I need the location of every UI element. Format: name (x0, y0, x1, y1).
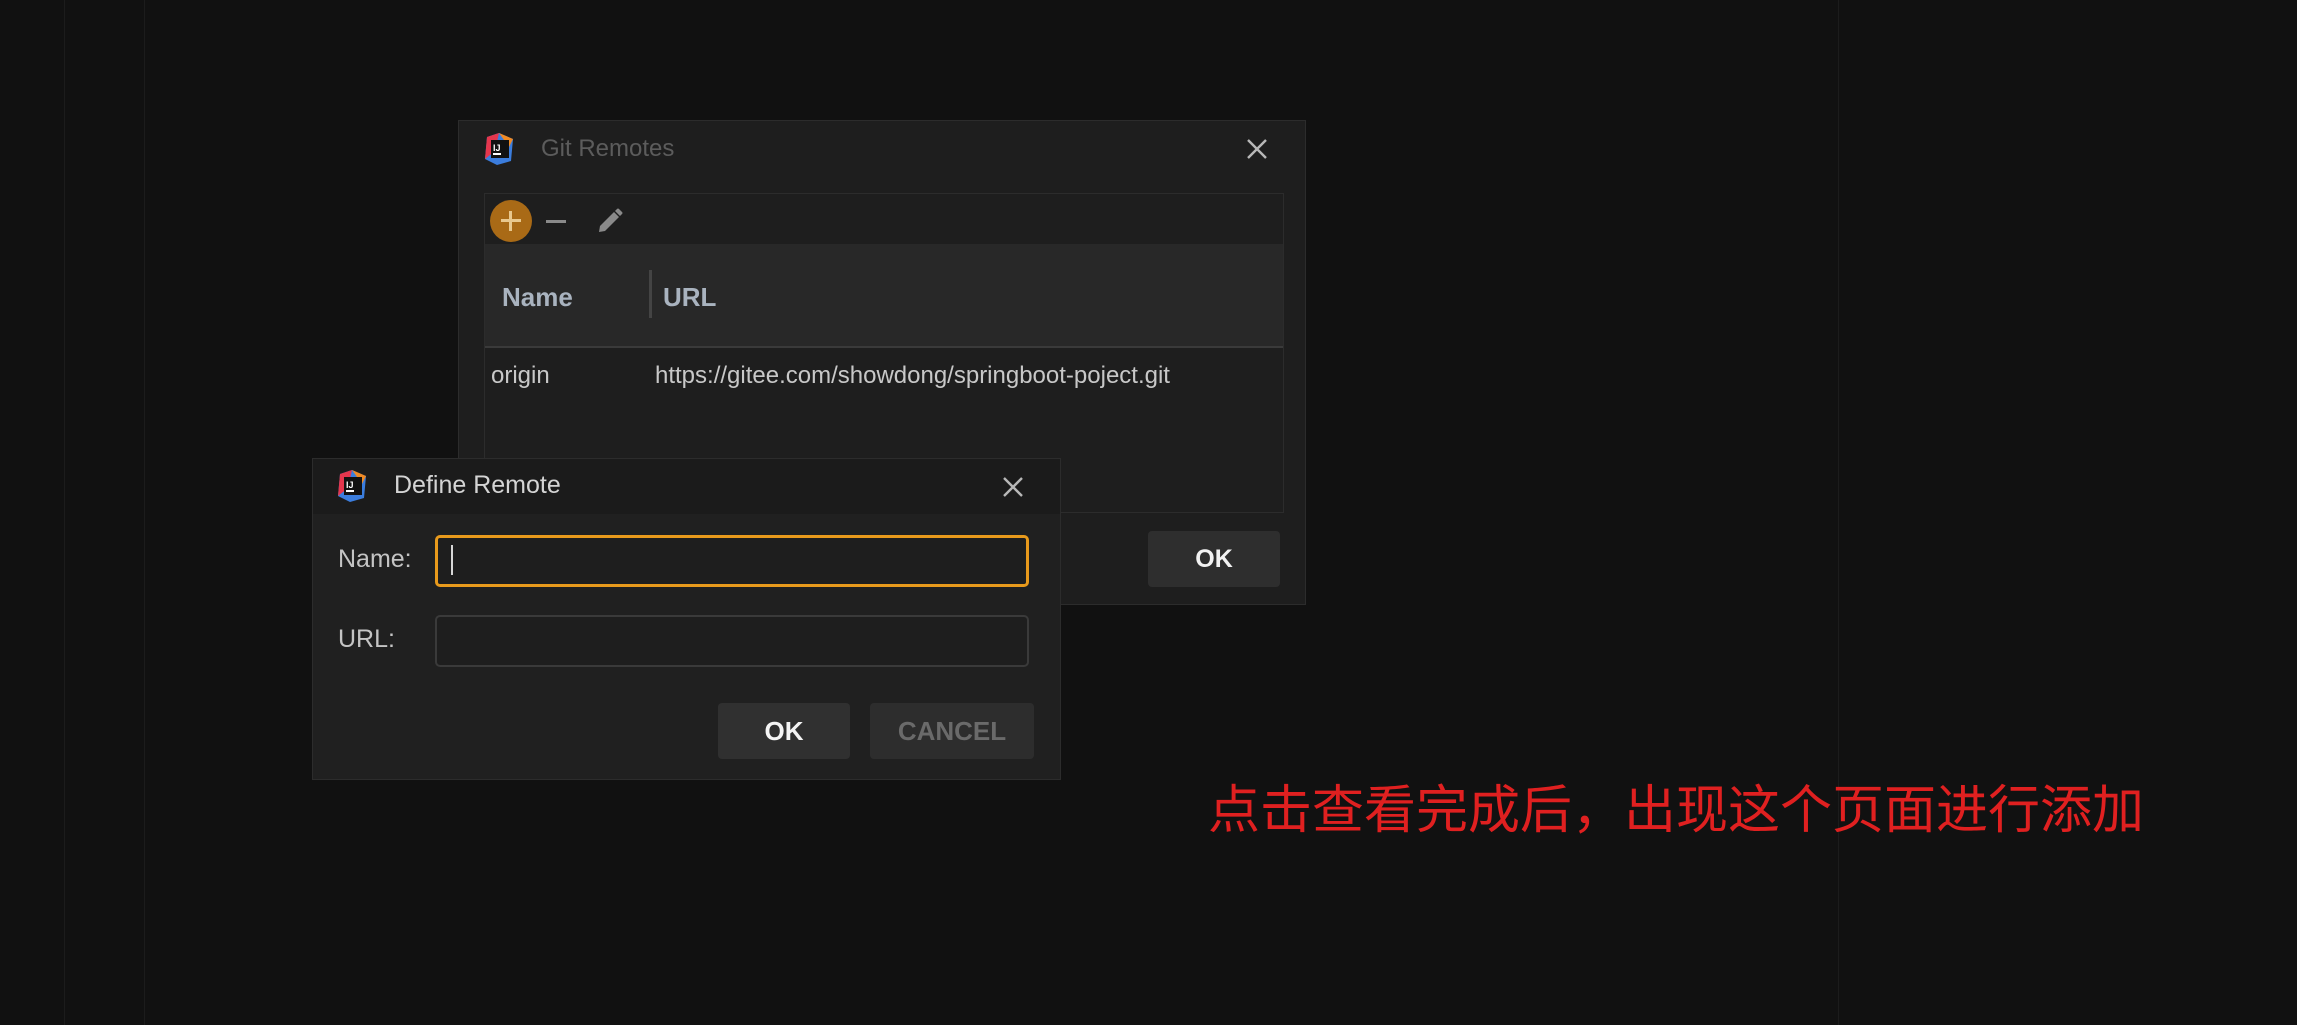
ok-button[interactable]: OK (1148, 531, 1280, 587)
define-remote-titlebar: IJ Define Remote (313, 459, 1060, 514)
pencil-icon[interactable] (595, 206, 625, 236)
intellij-app-icon: IJ (485, 133, 513, 165)
remote-url-cell: https://gitee.com/showdong/springboot-po… (655, 362, 1170, 389)
plus-icon[interactable] (490, 200, 532, 242)
annotation-caption: 点击查看完成后，出现这个页面进行添加 (1208, 781, 2145, 841)
column-header-name[interactable]: Name (502, 282, 573, 313)
close-icon[interactable] (1001, 475, 1025, 499)
background-divider (144, 0, 145, 1025)
column-header-url[interactable]: URL (663, 282, 716, 313)
url-label: URL: (338, 625, 395, 653)
table-header: Name URL (485, 244, 1283, 348)
name-field[interactable] (435, 535, 1029, 587)
git-remotes-titlebar: IJ Git Remotes (459, 121, 1305, 179)
cancel-button[interactable]: CANCEL (870, 703, 1034, 759)
ok-button[interactable]: OK (718, 703, 850, 759)
minus-icon[interactable] (543, 208, 569, 234)
table-row[interactable]: origin https://gitee.com/showdong/spring… (485, 348, 1283, 392)
svg-text:IJ: IJ (493, 143, 501, 153)
close-icon[interactable] (1245, 137, 1269, 161)
background-divider (64, 0, 65, 1025)
url-field[interactable] (435, 615, 1029, 667)
define-remote-title: Define Remote (394, 471, 561, 499)
remotes-toolbar (485, 194, 1283, 244)
svg-text:IJ: IJ (346, 480, 354, 490)
name-label: Name: (338, 545, 412, 573)
text-caret (451, 545, 453, 575)
remote-name-cell: origin (491, 362, 550, 389)
intellij-app-icon: IJ (338, 470, 366, 502)
git-remotes-title: Git Remotes (541, 135, 675, 162)
background-divider (1838, 0, 1839, 1025)
column-separator[interactable] (649, 270, 652, 318)
define-remote-dialog: IJ Define Remote Name: URL: OK CANCEL (312, 458, 1061, 780)
